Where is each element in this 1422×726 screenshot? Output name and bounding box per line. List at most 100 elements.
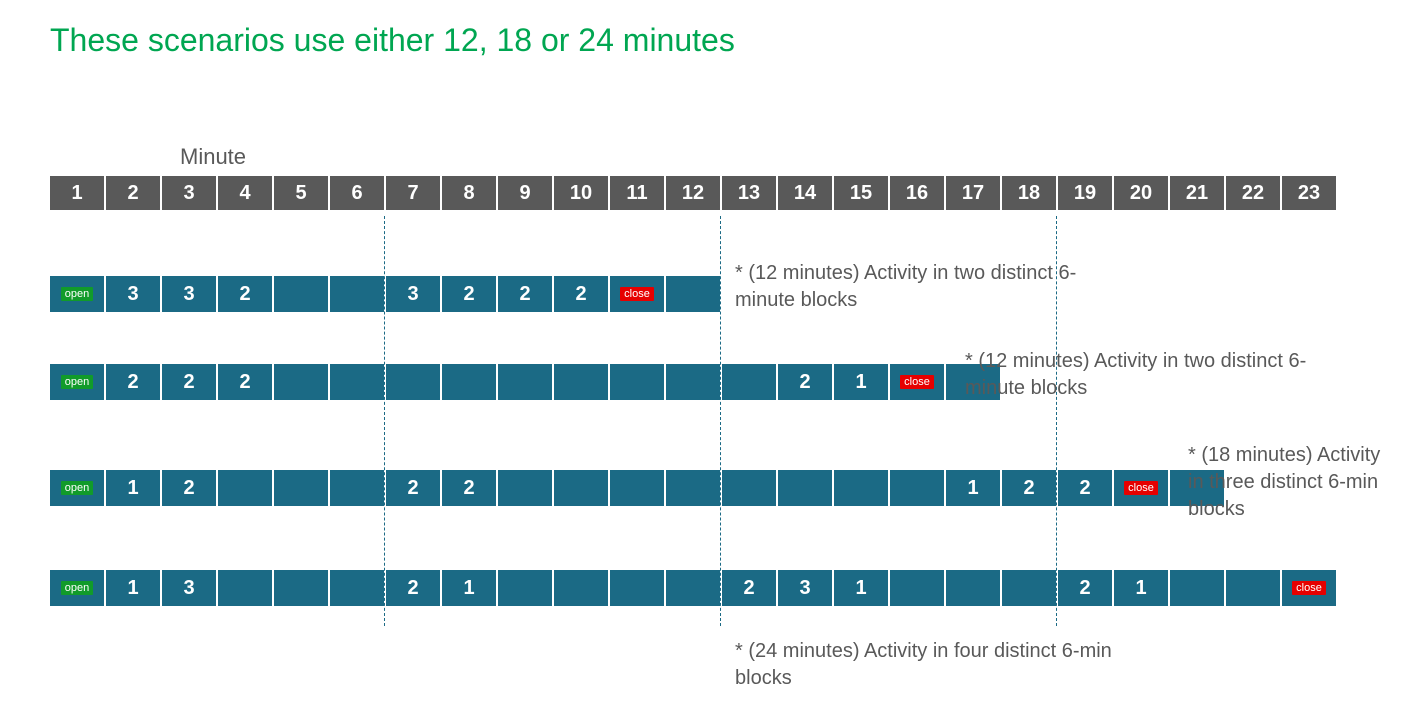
empty-cell [274,276,328,312]
empty-cell [610,470,664,506]
scenario-row-3: open1222122close [50,470,1350,506]
close-badge: close [610,276,664,312]
activity-cell: 3 [162,276,216,312]
empty-cell [498,470,552,506]
activity-cell: 2 [218,364,272,400]
activity-cell: 2 [554,276,608,312]
minute-header-cell: 22 [1226,176,1280,210]
scenario-row-1: open3323222close [50,276,1350,312]
empty-cell [1170,570,1224,606]
empty-cell [890,470,944,506]
empty-cell [274,570,328,606]
activity-cell: 2 [386,570,440,606]
activity-cell: 1 [834,570,888,606]
activity-cell: 2 [386,470,440,506]
empty-cell [1002,570,1056,606]
empty-cell [610,364,664,400]
empty-cell [666,276,720,312]
scenario-note-2: * (12 minutes) Activity in two distinct … [965,348,1365,402]
activity-cell: 2 [442,470,496,506]
empty-cell [330,470,384,506]
activity-cell: 2 [162,470,216,506]
empty-cell [722,364,776,400]
activity-cell: 3 [162,570,216,606]
activity-cell: 2 [162,364,216,400]
activity-cell: 2 [106,364,160,400]
minute-header-cell: 15 [834,176,888,210]
empty-cell [834,470,888,506]
activity-cell: 3 [106,276,160,312]
page-title: These scenarios use either 12, 18 or 24 … [50,22,735,59]
activity-cell: 1 [106,470,160,506]
empty-cell [498,570,552,606]
minute-header-cell: 7 [386,176,440,210]
empty-cell [610,570,664,606]
minute-header-cell: 14 [778,176,832,210]
open-badge: open [50,570,104,606]
scenario-note-1: * (12 minutes) Activity in two distinct … [735,260,1095,314]
minute-header-cell: 5 [274,176,328,210]
activity-cell: 2 [1058,570,1112,606]
empty-cell [1226,570,1280,606]
activity-cell: 2 [1058,470,1112,506]
open-badge: open [50,470,104,506]
activity-cell: 3 [386,276,440,312]
activity-cell: 2 [498,276,552,312]
minute-header-cell: 19 [1058,176,1112,210]
activity-cell: 1 [442,570,496,606]
activity-cell: 1 [834,364,888,400]
minute-header-cell: 17 [946,176,1000,210]
activity-cell: 2 [442,276,496,312]
minute-header-cell: 11 [610,176,664,210]
scenario-row-4: open132123121close [50,570,1350,606]
empty-cell [778,470,832,506]
empty-cell [218,570,272,606]
minute-header-cell: 6 [330,176,384,210]
minute-header-cell: 9 [498,176,552,210]
minute-header-cell: 8 [442,176,496,210]
activity-cell: 2 [778,364,832,400]
scenario-note-4: * (24 minutes) Activity in four distinct… [735,638,1115,692]
axis-label-minute: Minute [180,144,246,170]
empty-cell [274,364,328,400]
empty-cell [554,364,608,400]
minute-header-cell: 23 [1282,176,1336,210]
minute-header-row: 1234567891011121314151617181920212223 [50,176,1350,210]
empty-cell [498,364,552,400]
minute-header-cell: 2 [106,176,160,210]
minute-header-cell: 13 [722,176,776,210]
close-badge: close [1282,570,1336,606]
empty-cell [946,570,1000,606]
minute-header-cell: 4 [218,176,272,210]
empty-cell [554,570,608,606]
empty-cell [442,364,496,400]
empty-cell [890,570,944,606]
minute-header-cell: 16 [890,176,944,210]
activity-cell: 1 [946,470,1000,506]
activity-cell: 3 [778,570,832,606]
minute-header-cell: 3 [162,176,216,210]
minute-header-cell: 10 [554,176,608,210]
activity-cell: 1 [1114,570,1168,606]
close-badge: close [1114,470,1168,506]
scenario-note-3: * (18 minutes) Activity in three distinc… [1188,442,1398,523]
empty-cell [218,470,272,506]
empty-cell [386,364,440,400]
activity-cell: 1 [106,570,160,606]
activity-cell: 2 [1002,470,1056,506]
minute-header-cell: 18 [1002,176,1056,210]
empty-cell [554,470,608,506]
empty-cell [666,570,720,606]
minute-header-cell: 1 [50,176,104,210]
empty-cell [722,470,776,506]
empty-cell [274,470,328,506]
open-badge: open [50,364,104,400]
empty-cell [666,364,720,400]
close-badge: close [890,364,944,400]
open-badge: open [50,276,104,312]
empty-cell [330,364,384,400]
minute-header-cell: 12 [666,176,720,210]
empty-cell [330,570,384,606]
empty-cell [330,276,384,312]
empty-cell [666,470,720,506]
